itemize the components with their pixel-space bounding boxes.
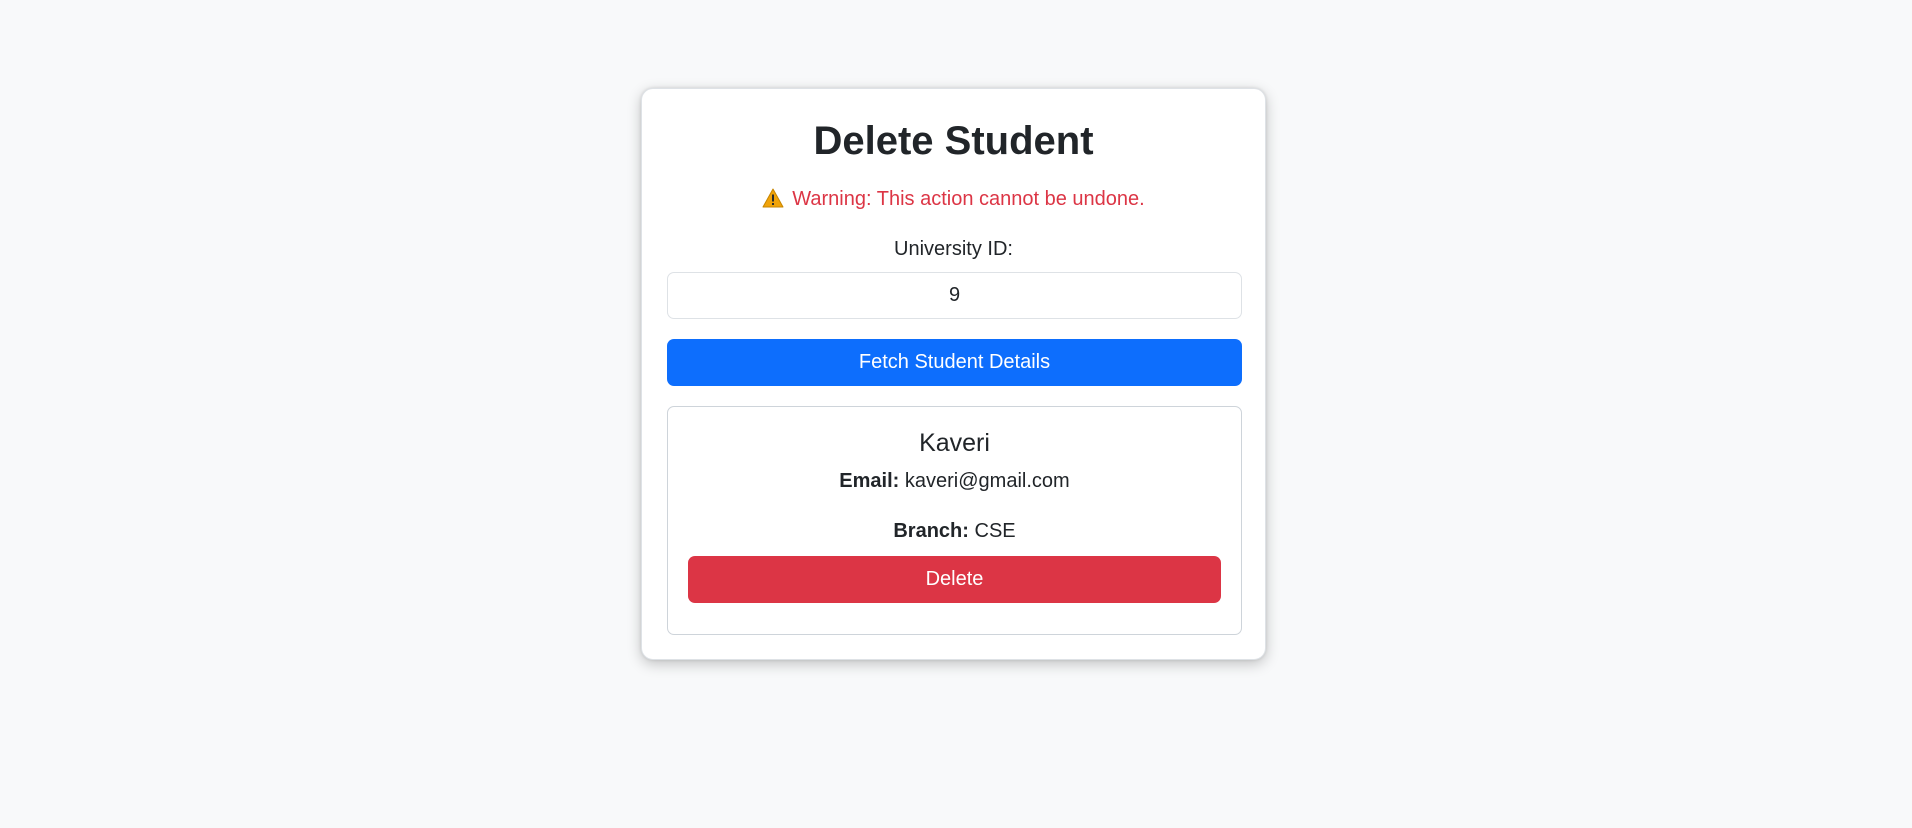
page-title: Delete Student [813, 119, 1094, 163]
branch-label: Branch: [893, 520, 969, 542]
warning-message: Warning: This action cannot be undone. [642, 185, 1265, 213]
delete-button[interactable]: Delete [688, 556, 1221, 603]
university-id-input[interactable] [667, 272, 1242, 319]
student-branch: CSE [974, 520, 1016, 542]
student-details-card: Kaveri Email: kaveri@gmail.com Branch: C… [667, 406, 1242, 635]
warning-triangle-icon [762, 188, 784, 208]
delete-student-card: Delete Student Warning: This action cann… [641, 88, 1266, 660]
warning-text: Warning: This action cannot be undone. [792, 188, 1145, 210]
student-name: Kaveri [919, 429, 990, 457]
fetch-student-details-button[interactable]: Fetch Student Details [667, 339, 1242, 386]
student-branch-row: Branch: CSE [668, 517, 1241, 545]
email-label: Email: [839, 470, 900, 492]
student-email: kaveri@gmail.com [904, 470, 1070, 492]
university-id-label: University ID: [894, 238, 1013, 260]
student-email-row: Email: kaveri@gmail.com [668, 467, 1241, 495]
